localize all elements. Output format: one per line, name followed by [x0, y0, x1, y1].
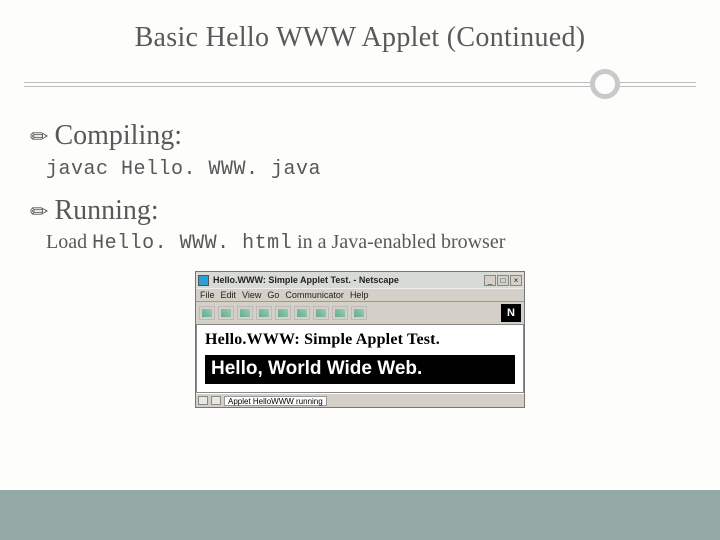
menu-help[interactable]: Help: [350, 290, 369, 300]
security-button[interactable]: [332, 306, 348, 320]
menu-bar: File Edit View Go Communicator Help: [196, 288, 524, 302]
app-icon: [198, 275, 209, 286]
running-instruction: Load Hello. WWW. html in a Java-enabled …: [46, 231, 720, 255]
slide-title: Basic Hello WWW Applet (Continued): [0, 0, 720, 64]
status-bar: Applet HelloWWW running: [196, 393, 524, 407]
menu-file[interactable]: File: [200, 290, 215, 300]
menu-view[interactable]: View: [242, 290, 261, 300]
status-icon: [198, 396, 208, 405]
stop-button[interactable]: [351, 306, 367, 320]
compiling-command: javac Hello. WWW. java: [46, 158, 720, 181]
status-text: Applet HelloWWW running: [224, 396, 327, 406]
compiling-label: Compiling:: [54, 120, 182, 152]
page-heading: Hello.WWW: Simple Applet Test.: [205, 331, 515, 349]
guide-button[interactable]: [294, 306, 310, 320]
footer-band: [0, 490, 720, 540]
forward-button[interactable]: [218, 306, 234, 320]
title-divider: [24, 72, 696, 98]
menu-communicator[interactable]: Communicator: [285, 290, 344, 300]
running-label: Running:: [54, 195, 158, 227]
running-file: Hello. WWW. html: [92, 232, 292, 255]
back-button[interactable]: [199, 306, 215, 320]
print-button[interactable]: [313, 306, 329, 320]
close-button[interactable]: ×: [510, 275, 522, 286]
maximize-button[interactable]: □: [497, 275, 509, 286]
menu-edit[interactable]: Edit: [221, 290, 237, 300]
browser-screenshot: Hello.WWW: Simple Applet Test. - Netscap…: [195, 271, 525, 408]
running-suffix: in a Java-enabled browser: [292, 231, 505, 253]
bullet-icon: ✏: [30, 199, 48, 225]
running-prefix: Load: [46, 231, 92, 253]
netscape-logo-icon: N: [501, 304, 521, 322]
running-heading: ✏ Running:: [30, 195, 720, 227]
search-button[interactable]: [275, 306, 291, 320]
window-titlebar: Hello.WWW: Simple Applet Test. - Netscap…: [196, 272, 524, 288]
reload-button[interactable]: [237, 306, 253, 320]
toolbar: N: [196, 302, 524, 325]
bullet-icon: ✏: [30, 124, 48, 150]
compiling-heading: ✏ Compiling:: [30, 120, 720, 152]
applet-output: Hello, World Wide Web.: [205, 355, 515, 384]
minimize-button[interactable]: _: [484, 275, 496, 286]
home-button[interactable]: [256, 306, 272, 320]
window-title: Hello.WWW: Simple Applet Test. - Netscap…: [213, 275, 483, 285]
status-icon: [211, 396, 221, 405]
menu-go[interactable]: Go: [267, 290, 279, 300]
page-content: Hello.WWW: Simple Applet Test. Hello, Wo…: [196, 325, 524, 393]
